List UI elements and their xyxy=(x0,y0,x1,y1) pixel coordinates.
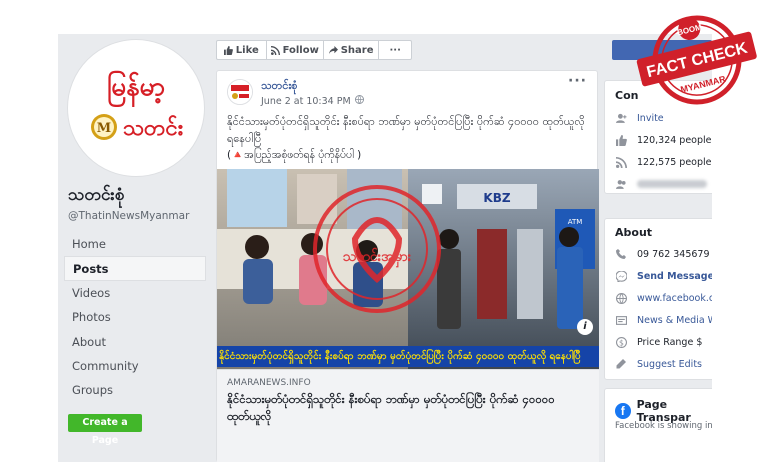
page-nav: Home Posts Videos Photos About Community… xyxy=(64,232,206,403)
nav-item-photos[interactable]: Photos xyxy=(64,305,206,329)
fact-check-badge: FACT CHECK BOOM MYANMAR xyxy=(636,15,757,105)
suggest-edits-row[interactable]: Suggest Edits xyxy=(615,353,712,375)
create-page-button[interactable]: Create a Page xyxy=(68,414,142,446)
thumbs-up-icon xyxy=(223,45,233,55)
category-row[interactable]: News & Media Web xyxy=(615,309,712,331)
post-meta: June 2 at 10:34 PM xyxy=(261,95,364,107)
like-button[interactable]: Like xyxy=(217,41,267,59)
image-caption-banner: နိုင်ငံသားမှတ်ပုံတင်ရှိသူတိုင်း နီးစပ်ရာ… xyxy=(217,346,599,367)
rss-icon xyxy=(270,45,280,55)
nav-item-videos[interactable]: Videos xyxy=(64,281,206,305)
link-domain: AMARANEWS.INFO xyxy=(227,378,311,388)
link-title[interactable]: နိုင်ငံသားမှတ်ပုံတင်ရှိသူတိုင်း နီးစပ်ရာ… xyxy=(227,391,587,425)
category-icon xyxy=(615,314,627,326)
about-title: About xyxy=(615,226,653,239)
page-title[interactable]: သတင်းစုံ xyxy=(68,184,124,209)
community-title: Con xyxy=(615,89,639,102)
svg-text:သတင်း: သတင်း xyxy=(123,114,184,141)
feed-post: သတင်းစုံ June 2 at 10:34 PM ··· နိုင်ငံသ… xyxy=(216,70,599,462)
globe-icon xyxy=(615,292,627,304)
facebook-page: မြန်မာ့ M သတင်း သတင်းစုံ @ThatinNewsMyan… xyxy=(58,34,712,462)
svg-text:KBZ: KBZ xyxy=(483,191,510,205)
svg-text:ATM: ATM xyxy=(568,218,583,226)
website-row[interactable]: www.facebook.com xyxy=(615,287,712,309)
post-note: (🔺အပြည့်အစုံဖတ်ရန် ပုံကိုနိပ်ပါ ) xyxy=(227,149,362,161)
boom-fact-check-stamp: FACT CHECK BOOM MYANMAR xyxy=(636,8,758,106)
send-message-row[interactable]: Send Message xyxy=(615,265,712,287)
svg-text:$: $ xyxy=(619,338,624,347)
price-range-row: $ Price Range $ xyxy=(615,331,712,353)
page-profile-picture[interactable]: မြန်မာ့ M သတင်း xyxy=(68,40,204,176)
nav-item-community[interactable]: Community xyxy=(64,354,206,378)
svg-text:MYANMAR: MYANMAR xyxy=(679,74,727,95)
follow-button[interactable]: Follow xyxy=(267,41,324,59)
more-actions-button[interactable]: ··· xyxy=(379,41,411,59)
page-transparency-card: f Page Transpar Facebook is showing info… xyxy=(604,388,712,462)
phone-icon xyxy=(615,248,627,260)
post-author-avatar[interactable] xyxy=(227,79,253,105)
share-arrow-icon xyxy=(328,45,338,54)
atm-queue-photo: KBZ ATM သတင်းအမှား xyxy=(217,169,599,369)
page-action-bar: Like Follow Share ··· xyxy=(216,40,412,60)
followers-row: 122,575 people fol xyxy=(615,151,712,173)
transparency-subtitle: Facebook is showing infor xyxy=(615,421,712,431)
svg-text:M: M xyxy=(97,121,111,136)
thatin-logo: မြန်မာ့ M သတင်း xyxy=(71,43,201,173)
invite-row[interactable]: Invite xyxy=(615,107,712,129)
info-icon[interactable]: i xyxy=(577,319,593,335)
friends-icon xyxy=(615,178,627,190)
pencil-icon xyxy=(615,358,627,370)
share-button[interactable]: Share xyxy=(324,41,380,59)
phone-row: 09 762 345679 xyxy=(615,243,712,265)
likes-row: 120,324 people like xyxy=(615,129,712,151)
blurred-friends-text xyxy=(637,180,707,188)
friends-row xyxy=(615,173,712,195)
post-link-image[interactable]: KBZ ATM သတင်းအမှား နိုင်ငံသားမှတ်ပုံတင်ရ… xyxy=(217,169,599,369)
about-card: About 09 762 345679 Send Message www.fac… xyxy=(604,218,712,380)
thatin-logo-small xyxy=(228,80,252,104)
nav-item-about[interactable]: About xyxy=(64,330,206,354)
nav-item-posts[interactable]: Posts xyxy=(64,256,206,281)
follow-icon xyxy=(615,156,627,168)
facebook-icon: f xyxy=(615,403,631,419)
post-body-text: နိုင်ငံသားမှတ်ပုံတင်ရှိသူတိုင်း နီးစပ်ရာ… xyxy=(227,115,585,145)
post-options-button[interactable]: ··· xyxy=(568,73,587,89)
post-timestamp[interactable]: June 2 at 10:34 PM xyxy=(261,96,351,107)
link-preview[interactable]: AMARANEWS.INFO နိုင်ငံသားမှတ်ပုံတင်ရှိသူ… xyxy=(217,369,599,462)
nav-item-groups[interactable]: Groups xyxy=(64,378,206,402)
nav-item-home[interactable]: Home xyxy=(64,232,206,256)
left-column: မြန်မာ့ M သတင်း သတင်းစုံ @ThatinNewsMyan… xyxy=(58,34,208,462)
page-handle[interactable]: @ThatinNewsMyanmar xyxy=(68,210,189,222)
messenger-icon xyxy=(615,270,627,282)
like-icon xyxy=(615,134,627,146)
invite-icon xyxy=(615,112,627,124)
post-author-name[interactable]: သတင်းစုံ xyxy=(261,79,297,95)
public-globe-icon xyxy=(354,95,364,107)
price-icon: $ xyxy=(615,336,627,348)
